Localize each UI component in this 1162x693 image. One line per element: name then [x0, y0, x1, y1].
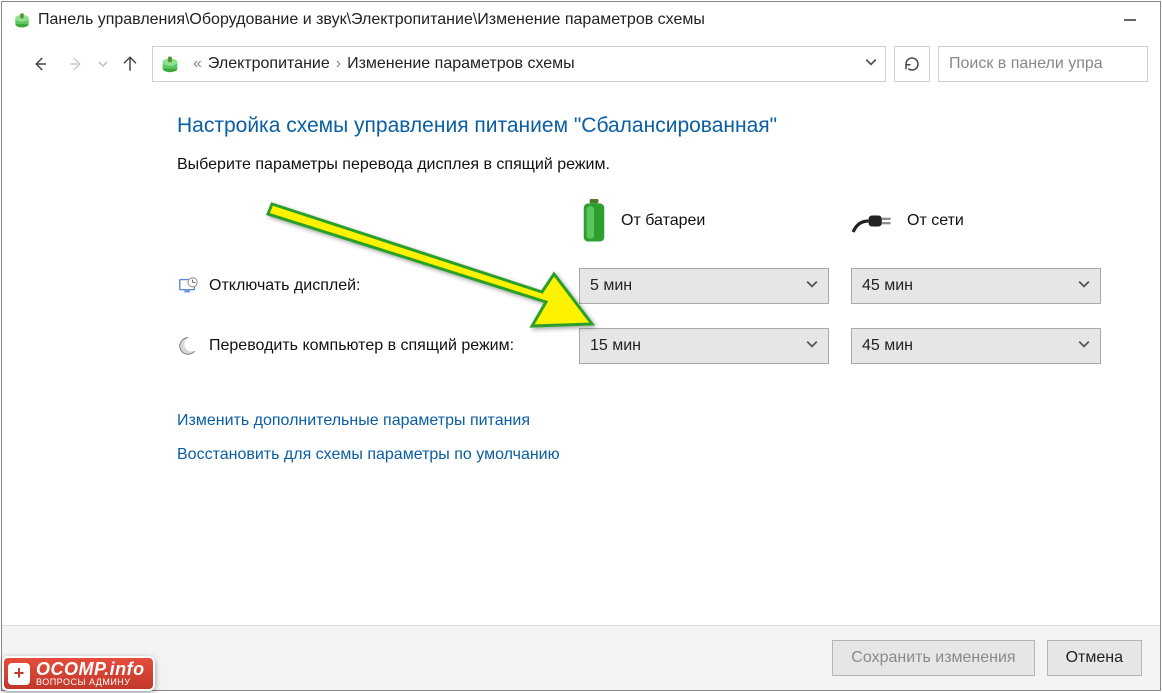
- forward-button[interactable]: [62, 50, 90, 78]
- link-advanced-settings[interactable]: Изменить дополнительные параметры питани…: [177, 412, 1160, 430]
- cancel-button[interactable]: Отмена: [1047, 640, 1142, 676]
- chevron-down-icon: [1078, 277, 1090, 295]
- watermark-plus-icon: +: [8, 663, 30, 685]
- breadcrumb-separator: ›: [336, 55, 341, 73]
- combo-value: 45 мин: [862, 337, 913, 355]
- titlebar: Панель управления\Оборудование и звук\Эл…: [2, 2, 1160, 36]
- nav-row: « Электропитание › Изменение параметров …: [2, 36, 1160, 94]
- link-restore-defaults[interactable]: Восстановить для схемы параметры по умол…: [177, 446, 1160, 464]
- combo-value: 15 мин: [590, 337, 641, 355]
- window: Панель управления\Оборудование и звук\Эл…: [1, 1, 1161, 691]
- breadcrumb-chevron-left: «: [193, 55, 202, 73]
- footer: Сохранить изменения Отмена: [2, 625, 1160, 690]
- monitor-clock-icon: [177, 275, 199, 297]
- back-button[interactable]: [26, 50, 54, 78]
- page-subtext: Выберите параметры перевода дисплея в сп…: [177, 156, 1160, 174]
- watermark-sub: ВОПРОСЫ АДМИНУ: [36, 678, 145, 687]
- chevron-down-icon: [1078, 337, 1090, 355]
- content-area: Настройка схемы управления питанием "Сба…: [2, 94, 1160, 625]
- combo-value: 45 мин: [862, 277, 913, 295]
- search-input[interactable]: [949, 55, 1137, 73]
- plug-icon: [851, 206, 895, 236]
- chevron-down-icon: [806, 337, 818, 355]
- address-dropdown-icon[interactable]: [865, 55, 877, 73]
- window-title: Панель управления\Оборудование и звук\Эл…: [38, 11, 705, 29]
- combo-display-off-battery[interactable]: 5 мин: [579, 268, 829, 304]
- refresh-button[interactable]: [894, 46, 930, 82]
- breadcrumb-item[interactable]: Электропитание: [208, 55, 330, 73]
- row-display-off-label: Отключать дисплей:: [209, 277, 360, 295]
- history-dropdown[interactable]: [98, 56, 108, 72]
- watermark-badge: + OCOMP.info ВОПРОСЫ АДМИНУ: [2, 656, 155, 691]
- save-button[interactable]: Сохранить изменения: [832, 640, 1034, 676]
- moon-icon: [177, 335, 199, 357]
- column-header-plugged: От сети: [851, 198, 1101, 244]
- page-heading: Настройка схемы управления питанием "Сба…: [177, 114, 1160, 138]
- up-button[interactable]: [116, 50, 144, 78]
- power-options-icon: [12, 10, 32, 30]
- minimize-button[interactable]: [1110, 8, 1150, 32]
- links-area: Изменить дополнительные параметры питани…: [177, 412, 1160, 464]
- column-header-battery-label: От батареи: [621, 212, 705, 230]
- combo-sleep-battery[interactable]: 15 мин: [579, 328, 829, 364]
- combo-display-off-plugged[interactable]: 45 мин: [851, 268, 1101, 304]
- column-header-plugged-label: От сети: [907, 212, 964, 230]
- combo-sleep-plugged[interactable]: 45 мин: [851, 328, 1101, 364]
- row-sleep: Переводить компьютер в спящий режим:: [177, 335, 557, 357]
- settings-grid: От батареи От сети: [177, 198, 1160, 364]
- search-box[interactable]: [938, 46, 1148, 82]
- chevron-down-icon: [806, 277, 818, 295]
- row-display-off: Отключать дисплей:: [177, 275, 557, 297]
- breadcrumb-item[interactable]: Изменение параметров схемы: [347, 55, 575, 73]
- watermark-main: OCOMP.info: [36, 660, 145, 678]
- address-bar[interactable]: « Электропитание › Изменение параметров …: [152, 46, 886, 82]
- power-options-icon: [159, 53, 181, 75]
- column-header-battery: От батареи: [579, 198, 829, 244]
- row-sleep-label: Переводить компьютер в спящий режим:: [209, 337, 514, 355]
- battery-icon: [579, 199, 609, 243]
- combo-value: 5 мин: [590, 277, 632, 295]
